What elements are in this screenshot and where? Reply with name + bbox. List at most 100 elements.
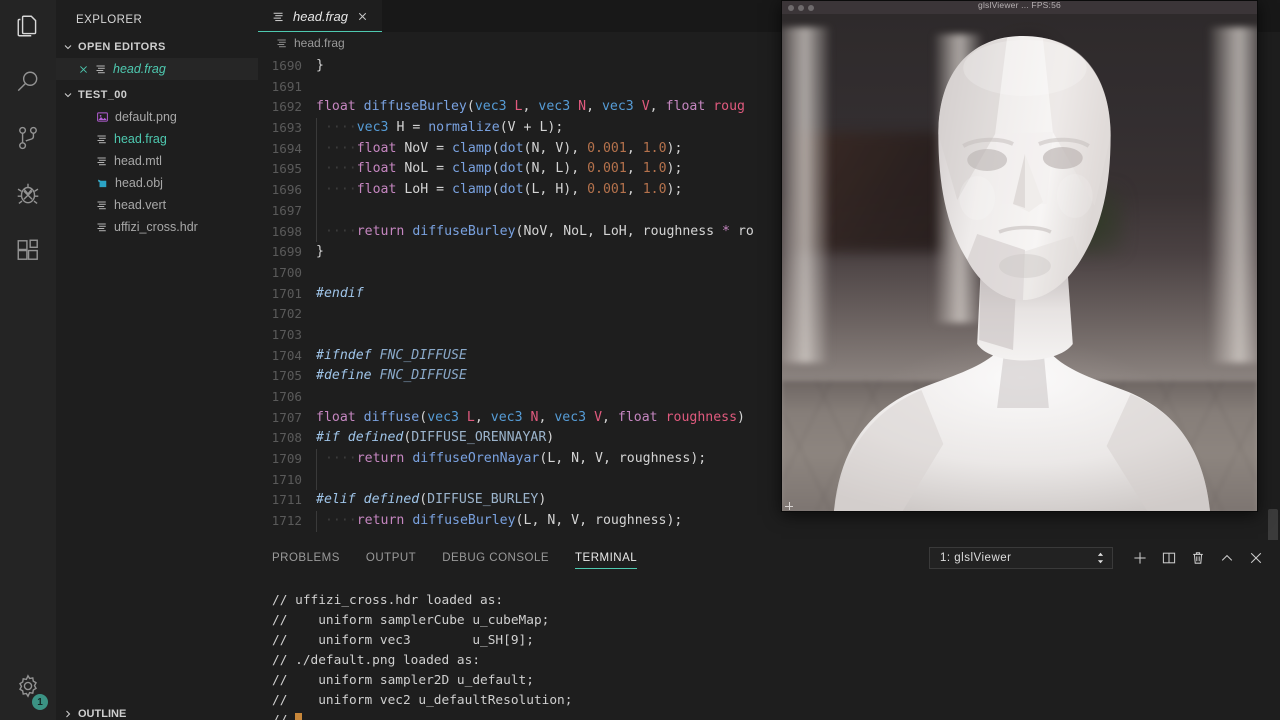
open-editor-item-head-frag[interactable]: head.frag bbox=[56, 58, 258, 80]
viewer-title: glslViewer ... FPS:56 bbox=[978, 0, 1061, 10]
tab-head-frag[interactable]: head.frag bbox=[258, 0, 382, 32]
file-label: default.png bbox=[115, 110, 177, 124]
line-number: 1700 bbox=[271, 264, 302, 280]
file-label: head.vert bbox=[114, 198, 167, 212]
terminal-cursor bbox=[295, 713, 303, 720]
close-icon[interactable] bbox=[1248, 550, 1264, 566]
sidebar-section-test-00[interactable]: TEST_00 bbox=[56, 84, 258, 106]
line-number: 1697 bbox=[271, 202, 302, 218]
sidebar-section-outline[interactable]: OUTLINE bbox=[56, 706, 258, 720]
file-item-head-mtl[interactable]: head.mtl bbox=[56, 150, 258, 172]
file-item-head-vert[interactable]: head.vert bbox=[56, 194, 258, 216]
line-content: #elif defined(DIFFUSE_BURLEY) bbox=[316, 492, 547, 508]
tab-output[interactable]: OUTPUT bbox=[366, 540, 416, 575]
sidebar-section-open-editors[interactable]: OPEN EDITORS bbox=[56, 36, 258, 58]
line-content: #ifndef FNC_DIFFUSE bbox=[316, 347, 467, 363]
tab-label: head.frag bbox=[293, 8, 348, 24]
line-number: 1712 bbox=[271, 513, 302, 529]
source-control-icon bbox=[15, 125, 41, 156]
image-file-icon bbox=[97, 112, 108, 122]
line-content: ····float NoV = clamp(dot(N, V), 0.001, … bbox=[316, 138, 682, 160]
viewer-canvas[interactable] bbox=[782, 14, 1257, 511]
plus-icon[interactable] bbox=[1132, 550, 1148, 566]
terminal-line: // ./default.png loaded as: bbox=[272, 653, 481, 668]
terminal-select-value: 1: glslViewer bbox=[940, 551, 1012, 564]
line-number: 1702 bbox=[271, 306, 302, 322]
line-number: 1701 bbox=[271, 285, 302, 301]
bust-eye-left bbox=[967, 149, 1008, 171]
line-number: 1705 bbox=[271, 368, 302, 384]
file-item-default-png[interactable]: default.png bbox=[56, 106, 258, 128]
tab-problems[interactable]: PROBLEMS bbox=[272, 540, 340, 575]
chevron-right-icon bbox=[66, 710, 71, 718]
glsl-viewer-window[interactable]: glslViewer ... FPS:56 bbox=[781, 0, 1258, 512]
line-number: 1706 bbox=[271, 389, 302, 404]
terminal-output[interactable]: // uffizi_cross.hdr loaded as: // unifor… bbox=[258, 575, 1280, 720]
text-file-icon bbox=[97, 157, 106, 166]
search-icon bbox=[15, 69, 41, 100]
trash-icon[interactable] bbox=[1190, 550, 1206, 566]
bust-eye-right bbox=[1042, 147, 1083, 169]
sidebar-section-label: OPEN EDITORS bbox=[78, 41, 166, 53]
file-label: head.mtl bbox=[114, 154, 162, 168]
panel-actions: 1: glslViewer bbox=[929, 540, 1264, 575]
activity-item-manage[interactable]: 1 bbox=[0, 660, 56, 716]
line-content: ····return diffuseBurley(L, N, V, roughn… bbox=[316, 511, 682, 532]
line-content: ····return diffuseOrenNayar(L, N, V, rou… bbox=[316, 449, 706, 470]
line-content: float diffuseBurley(vec3 L, vec3 N, vec3… bbox=[316, 99, 745, 115]
panel-tab-label: DEBUG CONSOLE bbox=[442, 551, 550, 564]
editor-scrollbar[interactable] bbox=[1268, 509, 1278, 540]
terminal-line: // uniform sampler2D u_default; bbox=[272, 673, 534, 688]
line-number: 1710 bbox=[271, 471, 302, 487]
debug-icon bbox=[15, 181, 41, 212]
tab-debug-console[interactable]: DEBUG CONSOLE bbox=[442, 540, 549, 575]
line-content: ····float NoL = clamp(dot(N, L), 0.001, … bbox=[316, 159, 682, 181]
shader-file-icon bbox=[97, 135, 106, 144]
chevron-up-icon[interactable] bbox=[1219, 550, 1235, 566]
file-item-uffizi-cross-hdr[interactable]: uffizi_cross.hdr bbox=[56, 216, 258, 238]
line-number: 1691 bbox=[271, 78, 302, 94]
terminal-line: // uffizi_cross.hdr loaded as: bbox=[272, 593, 504, 608]
panel-tabs: PROBLEMS OUTPUT DEBUG CONSOLE TERMINAL 1… bbox=[258, 540, 1280, 575]
line-content: } bbox=[316, 58, 324, 73]
line-content: #if defined(DIFFUSE_ORENNAYAR) bbox=[316, 430, 555, 446]
line-number: 1711 bbox=[271, 492, 302, 508]
breadcrumb-label: head.frag bbox=[294, 36, 345, 50]
line-number: 1695 bbox=[271, 161, 302, 177]
activity-item-source-control[interactable] bbox=[0, 112, 56, 168]
panel-tab-label: PROBLEMS bbox=[272, 551, 340, 564]
line-number: 1699 bbox=[271, 244, 302, 260]
line-content: ····vec3 H = normalize(V + L); bbox=[316, 118, 563, 139]
line-content: ····return diffuseBurley(NoV, NoL, LoH, … bbox=[316, 221, 754, 243]
split-icon[interactable] bbox=[1161, 550, 1177, 566]
terminal-line: // uniform samplerCube u_cubeMap; bbox=[272, 613, 550, 628]
activity-item-extensions[interactable] bbox=[0, 224, 56, 280]
activity-bar: 1 bbox=[0, 0, 56, 720]
vscode-window: 1 EXPLORER OPEN EDITORS head.frag TEST_0… bbox=[0, 0, 1280, 720]
activity-item-run-and-debug[interactable] bbox=[0, 168, 56, 224]
open-editor-label: head.frag bbox=[113, 62, 166, 76]
activity-item-explorer[interactable] bbox=[0, 0, 56, 56]
file-label: uffizi_cross.hdr bbox=[114, 220, 198, 234]
terminal-select[interactable]: 1: glslViewer bbox=[929, 546, 1113, 569]
line-number: 1694 bbox=[271, 140, 302, 156]
file-item-head-obj[interactable]: head.obj bbox=[56, 172, 258, 194]
tab-terminal[interactable]: TERMINAL bbox=[575, 540, 638, 575]
line-content: float diffuse(vec3 L, vec3 N, vec3 V, fl… bbox=[316, 409, 745, 425]
file-item-head-frag[interactable]: head.frag bbox=[56, 128, 258, 150]
chevron-down-icon bbox=[64, 93, 72, 98]
shader-file-icon bbox=[96, 65, 105, 74]
viewer-title-bar[interactable]: glslViewer ... FPS:56 bbox=[782, 1, 1257, 14]
line-number: 1690 bbox=[271, 58, 302, 73]
activity-item-search[interactable] bbox=[0, 56, 56, 112]
line-number: 1692 bbox=[271, 99, 302, 115]
line-content: } bbox=[316, 244, 324, 260]
close-icon[interactable] bbox=[356, 10, 369, 23]
chevron-updown-icon bbox=[1097, 552, 1104, 563]
line-number: 1703 bbox=[271, 326, 302, 342]
object-file-icon bbox=[98, 179, 107, 188]
viewer-axis-marker bbox=[785, 502, 793, 510]
line-number: 1709 bbox=[271, 451, 302, 467]
sidebar-section-label: TEST_00 bbox=[78, 89, 128, 101]
close-icon[interactable] bbox=[78, 64, 89, 75]
